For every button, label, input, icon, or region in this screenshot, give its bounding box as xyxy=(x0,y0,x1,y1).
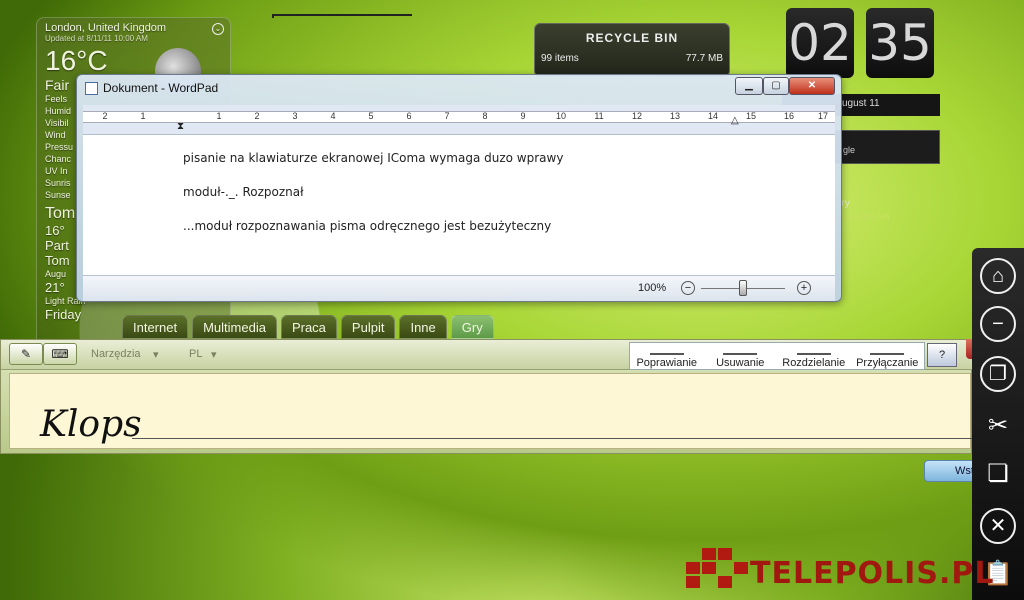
clock-hours: 02 xyxy=(786,8,854,78)
gesture-label: Rozdzielanie xyxy=(782,357,846,369)
gadget-tabs: Internet Multimedia Praca Pulpit Inne Gr… xyxy=(122,315,494,339)
help-button[interactable]: ? xyxy=(927,343,957,367)
close-circle-icon[interactable]: ✕ xyxy=(980,508,1016,544)
input-panel-toolbar: ✎ ⌨ Narzędzia ▾ PL ▾ Poprawianie Usuwani… xyxy=(1,339,1020,370)
scissors-icon[interactable]: ✂ xyxy=(980,408,1016,444)
ruler-tick: 14 xyxy=(707,111,718,121)
ruler-tick: 3 xyxy=(292,111,298,121)
weather-updated: Updated at 8/11/11 10:00 AM xyxy=(45,34,148,43)
ruler-tick: 15 xyxy=(745,111,756,121)
recycle-bin-title: RECYCLE BIN xyxy=(585,31,679,45)
maximize-button[interactable]: ▢ xyxy=(763,77,789,95)
chevron-down-icon[interactable]: ▾ xyxy=(153,348,159,361)
doc-line: ...moduł rozpoznawania pisma odręcznego … xyxy=(183,219,552,233)
ink-text: Klops xyxy=(40,404,142,445)
tab-gry[interactable]: Gry xyxy=(450,315,494,339)
writing-area[interactable]: Klops xyxy=(9,373,972,449)
status-bar: 100% − + xyxy=(83,275,835,301)
join-gesture-icon xyxy=(870,346,905,355)
ruler-tick: 13 xyxy=(669,111,680,121)
ruler-tick: 9 xyxy=(520,111,526,121)
minimize-icon[interactable]: − xyxy=(980,306,1016,342)
gesture-correct[interactable]: Poprawianie xyxy=(630,343,704,369)
gesture-label: Poprawianie xyxy=(636,357,698,369)
zoom-level: 100% xyxy=(638,282,667,294)
ruler-tick: 16 xyxy=(783,111,794,121)
ruler-tick: 17 xyxy=(817,111,828,121)
restore-icon[interactable]: ❐ xyxy=(980,356,1016,392)
ruler-tick: 7 xyxy=(444,111,450,121)
gesture-delete[interactable]: Usuwanie xyxy=(704,343,778,369)
wordpad-window[interactable]: Dokument - WordPad ▁ ▢ ✕ 2 1 1 2 3 4 5 6… xyxy=(76,74,842,302)
document-area[interactable]: pisanie na klawiaturze ekranowej IComa w… xyxy=(83,135,835,275)
tab-praca[interactable]: Praca xyxy=(280,315,337,339)
right-indent-marker-icon[interactable]: △ xyxy=(731,115,739,126)
zoom-in-icon[interactable]: + xyxy=(797,281,811,295)
ruler-tick: 5 xyxy=(368,111,374,121)
ruler-tick: 12 xyxy=(631,111,642,121)
gadget-frame xyxy=(272,14,412,18)
ruler-tick: 10 xyxy=(555,111,566,121)
input-panel[interactable]: ✎ ⌨ Narzędzia ▾ PL ▾ Poprawianie Usuwani… xyxy=(0,339,1020,454)
ruler-tick: 2 xyxy=(102,111,108,121)
logo-text: TELEPOLIS.PL xyxy=(750,556,995,591)
tab-pulpit[interactable]: Pulpit xyxy=(340,315,396,339)
split-gesture-icon xyxy=(796,346,831,355)
ruler-tick: 4 xyxy=(330,111,336,121)
weather-city: London, United Kingdom xyxy=(45,22,167,34)
copy-icon[interactable]: ❏ xyxy=(980,456,1016,492)
gesture-label: Przyłączanie xyxy=(856,357,919,369)
wordpad-icon[interactable] xyxy=(85,82,98,95)
recycle-bin-items: 99 items xyxy=(541,53,579,64)
tools-menu[interactable]: Narzędzia xyxy=(91,348,141,360)
writing-baseline xyxy=(132,438,972,439)
doc-line: moduł-._. Rozpoznał xyxy=(183,185,304,199)
clock-minutes: 35 xyxy=(866,8,934,78)
battery-time: scale-time left xyxy=(840,212,890,221)
side-toolbar: ⌂ − ❐ ✂ ❏ ✕ 📋 xyxy=(972,248,1024,600)
tab-internet[interactable]: Internet xyxy=(122,315,189,339)
chevron-down-icon[interactable]: ⌄ xyxy=(212,23,224,35)
indent-marker-icon[interactable]: ⧗ xyxy=(177,121,184,132)
writing-pad-icon[interactable]: ✎ xyxy=(9,343,43,365)
language-select[interactable]: PL xyxy=(189,348,202,360)
recycle-bin-gadget[interactable]: RECYCLE BIN 99 items 77.7 MB xyxy=(534,23,730,77)
doc-line: pisanie na klawiaturze ekranowej IComa w… xyxy=(183,151,564,165)
gesture-join[interactable]: Przyłączanie xyxy=(851,343,925,369)
correct-gesture-icon xyxy=(649,346,684,355)
zoom-out-icon[interactable]: − xyxy=(681,281,695,295)
gesture-split[interactable]: Rozdzielanie xyxy=(777,343,851,369)
keyboard-icon[interactable]: ⌨ xyxy=(43,343,77,365)
ruler-tick: 1 xyxy=(140,111,146,121)
gesture-label: Usuwanie xyxy=(716,357,765,369)
recycle-bin-size: 77.7 MB xyxy=(685,53,723,64)
ruler-tick: 11 xyxy=(594,111,604,121)
tab-inne[interactable]: Inne xyxy=(399,315,447,339)
zoom-slider-thumb[interactable] xyxy=(739,280,747,296)
delete-gesture-icon xyxy=(723,346,758,355)
ruler-strip xyxy=(83,111,835,123)
telepolis-logo: TELEPOLIS.PL xyxy=(686,548,993,594)
minimize-button[interactable]: ▁ xyxy=(735,77,763,95)
ruler[interactable]: 2 1 1 2 3 4 5 6 7 8 9 10 11 12 13 14 15 … xyxy=(83,105,835,135)
home-icon[interactable]: ⌂ xyxy=(980,258,1016,294)
ruler-tick: 6 xyxy=(406,111,412,121)
tab-multimedia[interactable]: Multimedia xyxy=(192,315,277,339)
chevron-down-icon[interactable]: ▾ xyxy=(211,348,217,361)
gesture-bar: Poprawianie Usuwanie Rozdzielanie Przyłą… xyxy=(629,342,925,370)
ruler-tick: 1 xyxy=(216,111,222,121)
ruler-tick: 2 xyxy=(254,111,260,121)
window-title: Dokument - WordPad xyxy=(103,81,219,95)
close-button[interactable]: ✕ xyxy=(789,77,835,95)
ruler-tick: 8 xyxy=(482,111,488,121)
